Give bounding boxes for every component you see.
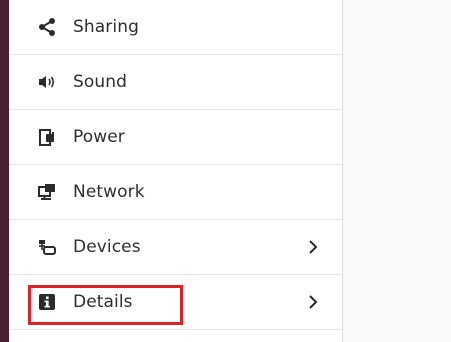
share-icon: [36, 16, 58, 38]
info-icon: [36, 291, 58, 313]
sidebar-item-label: Devices: [73, 237, 141, 257]
sidebar-item-label: Details: [73, 292, 133, 312]
sidebar-item-label: Network: [73, 182, 145, 202]
sidebar-item-devices[interactable]: Devices: [9, 220, 343, 275]
sidebar-item-network[interactable]: Network: [9, 165, 343, 220]
sidebar-item-sound[interactable]: Sound: [9, 55, 343, 110]
sidebar-item-power[interactable]: Power: [9, 110, 343, 165]
chevron-right-icon: [305, 238, 321, 256]
dock-edge: [0, 0, 9, 342]
sidebar-item-sharing[interactable]: Sharing: [9, 0, 343, 55]
devices-icon: [36, 236, 58, 258]
sidebar-item-label: Sound: [73, 72, 128, 92]
sidebar-item-label: Power: [73, 127, 125, 147]
power-plug-icon: [36, 126, 58, 148]
settings-sidebar: Sharing Sound Power Network Devices Deta…: [9, 0, 343, 342]
network-icon: [36, 181, 58, 203]
chevron-right-icon: [305, 293, 321, 311]
speaker-icon: [36, 71, 58, 93]
content-pane: [343, 0, 451, 342]
sidebar-item-label: Sharing: [73, 17, 139, 37]
sidebar-item-details[interactable]: Details: [9, 275, 343, 330]
settings-window: Sharing Sound Power Network Devices Deta…: [0, 0, 451, 342]
